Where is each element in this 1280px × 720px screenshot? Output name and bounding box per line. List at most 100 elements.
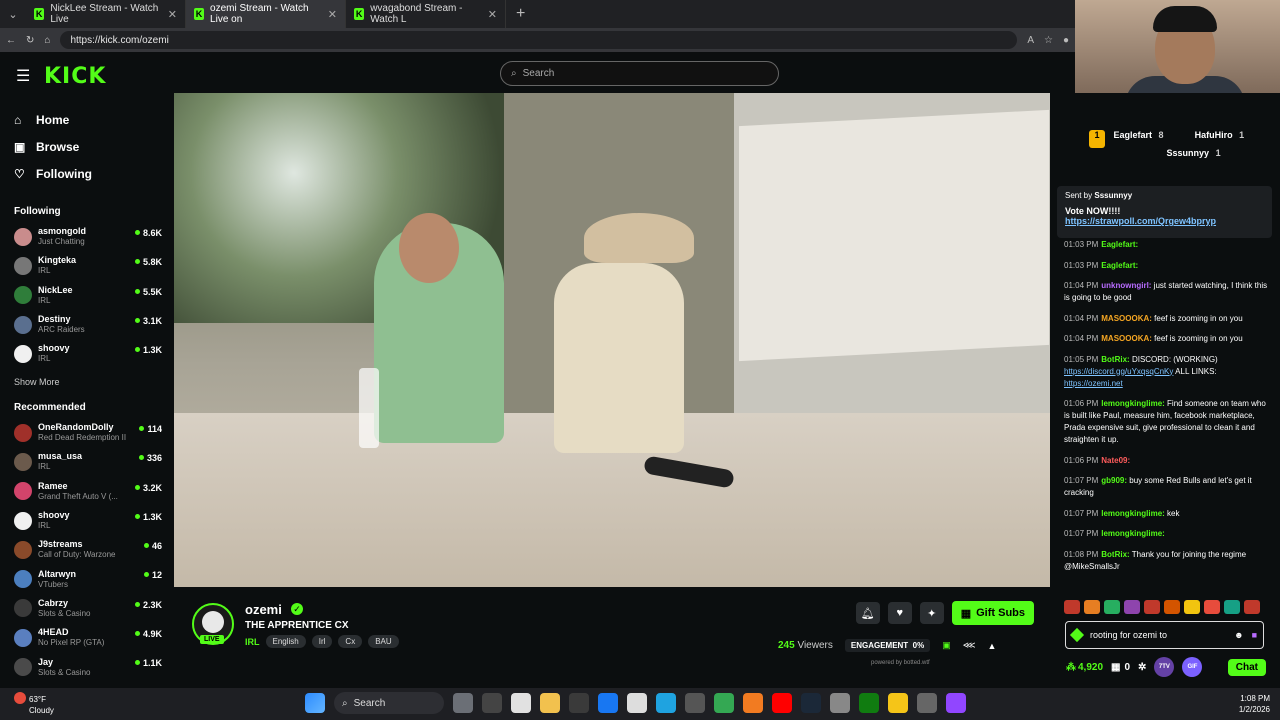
7tv-icon[interactable]: 7TV	[1154, 657, 1175, 677]
menu-icon[interactable]: ☰	[16, 66, 30, 86]
nav-home[interactable]: ⌂ Home	[14, 106, 92, 133]
amazon-icon[interactable]	[627, 693, 647, 713]
emote-icon[interactable]	[1164, 600, 1180, 614]
emote-icon[interactable]	[1224, 600, 1240, 614]
emote-icon[interactable]	[1244, 600, 1260, 614]
obs-icon[interactable]	[917, 693, 937, 713]
message-user[interactable]: BotRix:	[1101, 550, 1129, 559]
emote-icon[interactable]	[1124, 600, 1140, 614]
chat-input[interactable]: rooting for ozemi to ☻ ■	[1065, 621, 1264, 649]
steam-icon[interactable]	[801, 693, 821, 713]
weather-widget[interactable]: 63°F Cloudy	[14, 692, 54, 716]
message-user[interactable]: Eaglefart:	[1101, 240, 1138, 249]
channel-row[interactable]: asmongold Just Chatting 8.6K	[14, 222, 164, 251]
channel-row[interactable]: Jay Slots & Casino 1.1K	[14, 652, 164, 681]
message-link[interactable]: https://discord.gg/uYxqsqCnKy	[1064, 367, 1173, 376]
notes-icon[interactable]	[888, 693, 908, 713]
channel-row[interactable]: Altarwyn VTubers 12	[14, 564, 164, 593]
channel-row[interactable]: Cabrzy Slots & Casino 2.3K	[14, 594, 164, 623]
message-link[interactable]: https://ozemi.net	[1064, 379, 1123, 388]
tag-pill[interactable]: Irl	[311, 635, 333, 648]
leader-name[interactable]: Eaglefart	[1114, 130, 1153, 140]
widgets-icon[interactable]	[482, 693, 502, 713]
message-user[interactable]: MASOOOKA:	[1101, 334, 1152, 343]
search-input[interactable]: ⌕ Search	[500, 61, 779, 86]
kick-logo[interactable]: KICK	[44, 64, 106, 89]
chrome-icon[interactable]	[714, 693, 734, 713]
notify-bell-button[interactable]: 🔔︎	[855, 602, 880, 624]
follow-heart-button[interactable]: ♥	[887, 602, 912, 624]
extension-icon[interactable]: ●	[1063, 35, 1069, 46]
channel-row[interactable]: shoovy IRL 1.3K	[14, 506, 164, 535]
channel-row[interactable]: 4HEAD No Pixel RP (GTA) 4.9K	[14, 623, 164, 652]
leader-name[interactable]: Sssunnyy	[1167, 148, 1210, 158]
pinned-message[interactable]: Sent by Sssunnyy Vote NOW!!!! https://st…	[1057, 186, 1272, 238]
twitch-icon[interactable]	[946, 693, 966, 713]
browser-tab[interactable]: K wvagabond Stream - Watch L ✕	[346, 0, 506, 28]
close-tab-icon[interactable]: ✕	[488, 8, 497, 21]
refresh-icon[interactable]: ↻	[26, 35, 34, 46]
gif-icon[interactable]: GIF	[1182, 657, 1203, 677]
message-user[interactable]: lemongkinglime:	[1101, 509, 1165, 518]
new-tab-button[interactable]: +	[506, 5, 535, 23]
nav-browse[interactable]: ▣ Browse	[14, 133, 92, 160]
settings-gear-icon[interactable]: ✲	[1138, 662, 1146, 673]
message-user[interactable]: BotRix:	[1101, 355, 1129, 364]
browser-tab[interactable]: K NickLee Stream - Watch Live ✕	[26, 0, 186, 28]
edge-icon[interactable]	[656, 693, 676, 713]
show-more-link[interactable]: Show More	[14, 377, 60, 387]
emote-icon[interactable]	[1064, 600, 1080, 614]
windows-start-icon[interactable]	[305, 693, 325, 713]
channel-row[interactable]: Ramee Grand Theft Auto V (... 3.2K	[14, 477, 164, 506]
emoji-icon[interactable]: ☻	[1234, 630, 1243, 640]
message-user[interactable]: Eaglefart:	[1101, 261, 1138, 270]
message-user[interactable]: lemongkinglime:	[1101, 399, 1165, 408]
favorite-star-icon[interactable]: ☆	[1044, 35, 1053, 46]
share-icon[interactable]: ⋘	[963, 640, 976, 651]
message-user[interactable]: lemongkinglime:	[1101, 529, 1165, 538]
channel-row[interactable]: Destiny ARC Raiders 3.1K	[14, 310, 164, 339]
message-user[interactable]: Nate09:	[1101, 456, 1130, 465]
channel-row[interactable]: shoovy IRL 1.3K	[14, 339, 164, 368]
close-tab-icon[interactable]: ✕	[328, 8, 337, 21]
message-user[interactable]: gb909:	[1101, 476, 1127, 485]
system-clock[interactable]: 1:08 PM 1/2/2026	[1239, 693, 1270, 715]
xbox-icon[interactable]	[859, 693, 879, 713]
pinned-link[interactable]: https://strawpoll.com/Qrgew4bpryp	[1065, 216, 1264, 226]
tag-pill[interactable]: Cx	[338, 635, 363, 648]
taskbar-search[interactable]: ⌕ Search	[334, 692, 444, 714]
copilot-icon[interactable]	[511, 693, 531, 713]
calculator-icon[interactable]	[685, 693, 705, 713]
facebook-icon[interactable]	[598, 693, 618, 713]
emote-icon[interactable]	[1084, 600, 1100, 614]
channel-row[interactable]: NickLee IRL 5.5K	[14, 281, 164, 310]
emote-icon[interactable]	[1184, 600, 1200, 614]
close-tab-icon[interactable]: ✕	[168, 8, 177, 21]
back-icon[interactable]: ←	[6, 35, 16, 46]
report-icon[interactable]: ▲	[988, 641, 997, 651]
app-icon[interactable]	[830, 693, 850, 713]
browser-tab-active[interactable]: K ozemi Stream - Watch Live on ✕	[186, 0, 346, 28]
emote-icon[interactable]	[1144, 600, 1160, 614]
streamer-name[interactable]: ozemi	[245, 602, 282, 617]
nav-following[interactable]: ♡ Following	[14, 160, 92, 187]
emote-icon[interactable]	[1204, 600, 1220, 614]
category-link[interactable]: IRL	[245, 637, 260, 647]
channel-row[interactable]: OneRandomDolly Red Dead Redemption II 114	[14, 418, 164, 447]
channel-points[interactable]: 4,920	[1078, 662, 1103, 673]
tab-list-button[interactable]: ⌄	[0, 8, 26, 21]
home-icon[interactable]: ⌂	[44, 35, 50, 46]
task-view-icon[interactable]	[453, 693, 473, 713]
video-player[interactable]	[174, 93, 1050, 587]
youtube-icon[interactable]	[772, 693, 792, 713]
file-explorer-icon[interactable]	[540, 693, 560, 713]
tag-pill[interactable]: BAU	[368, 635, 399, 648]
emote-icon[interactable]	[1104, 600, 1120, 614]
kick-emote-icon[interactable]: ■	[1252, 630, 1257, 640]
vlc-icon[interactable]	[743, 693, 763, 713]
tag-pill[interactable]: English	[265, 635, 306, 648]
url-field[interactable]: https://kick.com/ozemi	[60, 31, 1018, 49]
raid-button[interactable]: ✦	[919, 602, 944, 624]
channel-row[interactable]: Kingteka IRL 5.8K	[14, 251, 164, 280]
message-user[interactable]: MASOOOKA:	[1101, 314, 1152, 323]
